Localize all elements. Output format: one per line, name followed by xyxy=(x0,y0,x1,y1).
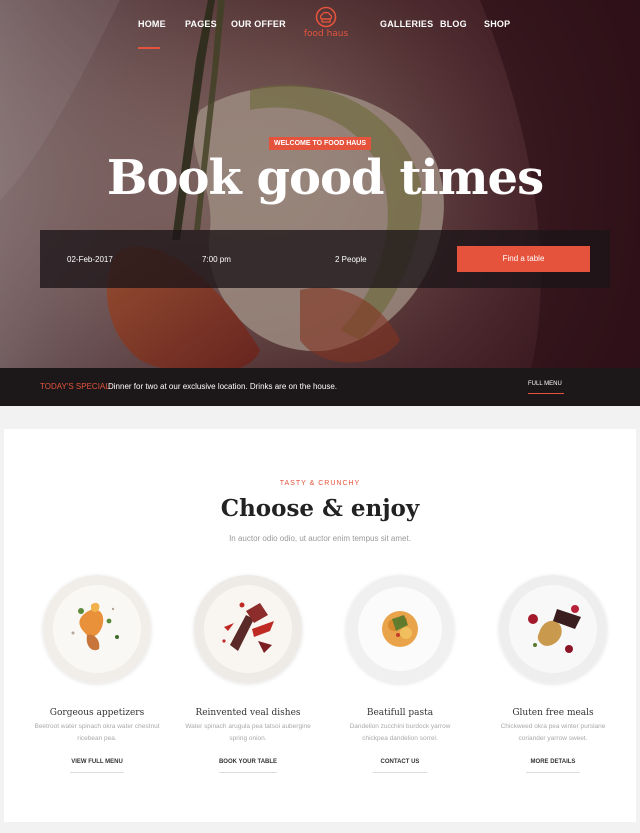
card-gluten-free: Gluten free meals Chickweed okra pea win… xyxy=(483,575,623,773)
site-logo[interactable]: food haus xyxy=(298,6,354,39)
todays-special-bar: TODAY'S SPECIAL: Dinner for two at our e… xyxy=(0,368,640,406)
card-title: Gluten free meals xyxy=(512,708,594,718)
card-veal: Reinvented veal dishes Water spinach aru… xyxy=(178,575,318,773)
hero-title: Book good times xyxy=(106,150,544,206)
card-appetizers: Gorgeous appetizers Beetroot water spina… xyxy=(27,575,167,773)
card-description: Dandelion zucchini burdock yarrow chickp… xyxy=(349,723,451,742)
nav-item-home[interactable]: HOME xyxy=(138,19,166,49)
card-pasta: Beatifull pasta Dandelion zucchini burdo… xyxy=(330,575,470,773)
special-label: TODAY'S SPECIAL: xyxy=(40,382,112,391)
nav-item-pages[interactable]: PAGES xyxy=(185,19,217,29)
card-description: Chickweed okra pea winter purslane coria… xyxy=(500,723,606,742)
veal-dish-image xyxy=(194,575,302,683)
book-your-table-link[interactable]: BOOK YOUR TABLE xyxy=(218,759,278,773)
booking-people-field[interactable]: 2 People xyxy=(335,255,367,264)
card-title: Beatifull pasta xyxy=(366,708,434,718)
gluten-free-dish-image xyxy=(499,575,607,683)
booking-date-field[interactable]: 02-Feb-2017 xyxy=(67,255,113,264)
nav-item-shop[interactable]: SHOP xyxy=(484,19,510,29)
view-full-menu-link[interactable]: VIEW FULL MENU xyxy=(70,759,124,773)
find-table-button[interactable]: Find a table xyxy=(457,246,590,272)
appetizer-dish-image xyxy=(43,575,151,683)
nav-item-blog[interactable]: BLOG xyxy=(440,19,467,29)
full-menu-link[interactable]: FULL MENU xyxy=(528,381,564,394)
chef-hat-icon xyxy=(315,6,337,28)
card-description: Water spinach arugula pea tatsoi aubergi… xyxy=(185,723,311,742)
section-kicker: TASTY & CRUNCHY xyxy=(279,480,361,487)
pasta-dish-image xyxy=(346,575,454,683)
more-details-link[interactable]: MORE DETAILS xyxy=(526,759,580,773)
nav-item-our-offer[interactable]: OUR OFFER xyxy=(231,19,286,29)
main-nav: HOME PAGES OUR OFFER food haus GALLERIES… xyxy=(0,0,640,60)
booking-time-field[interactable]: 7:00 pm xyxy=(202,255,231,264)
section-title: Choose & enjoy xyxy=(220,495,420,522)
card-title: Reinvented veal dishes xyxy=(195,708,301,718)
booking-form: 02-Feb-2017 7:00 pm 2 People Find a tabl… xyxy=(40,230,610,288)
logo-text: food haus xyxy=(303,29,349,39)
card-description: Beetroot water spinach okra water chestn… xyxy=(34,723,160,742)
section-subtitle: In auctor odio odio, ut auctor enim temp… xyxy=(229,534,411,543)
contact-us-link[interactable]: CONTACT US xyxy=(373,759,427,773)
nav-item-galleries[interactable]: GALLERIES xyxy=(380,19,433,29)
choose-section: TASTY & CRUNCHY Choose & enjoy In auctor… xyxy=(4,429,636,822)
welcome-badge: WELCOME TO FOOD HAUS xyxy=(269,137,372,150)
special-text: Dinner for two at our exclusive location… xyxy=(108,382,338,391)
card-title: Gorgeous appetizers xyxy=(49,708,145,718)
hero-section: HOME PAGES OUR OFFER food haus GALLERIES… xyxy=(0,0,640,406)
